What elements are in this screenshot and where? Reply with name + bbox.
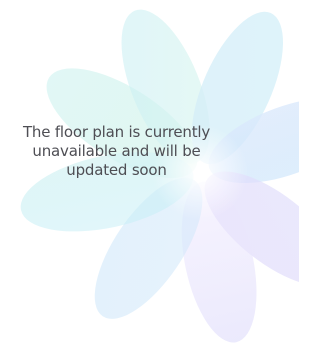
floor-plan-unavailable-message: The floor plan is currently unavailable … (22, 123, 211, 179)
floor-plan-placeholder: The floor plan is currently unavailable … (0, 0, 299, 343)
